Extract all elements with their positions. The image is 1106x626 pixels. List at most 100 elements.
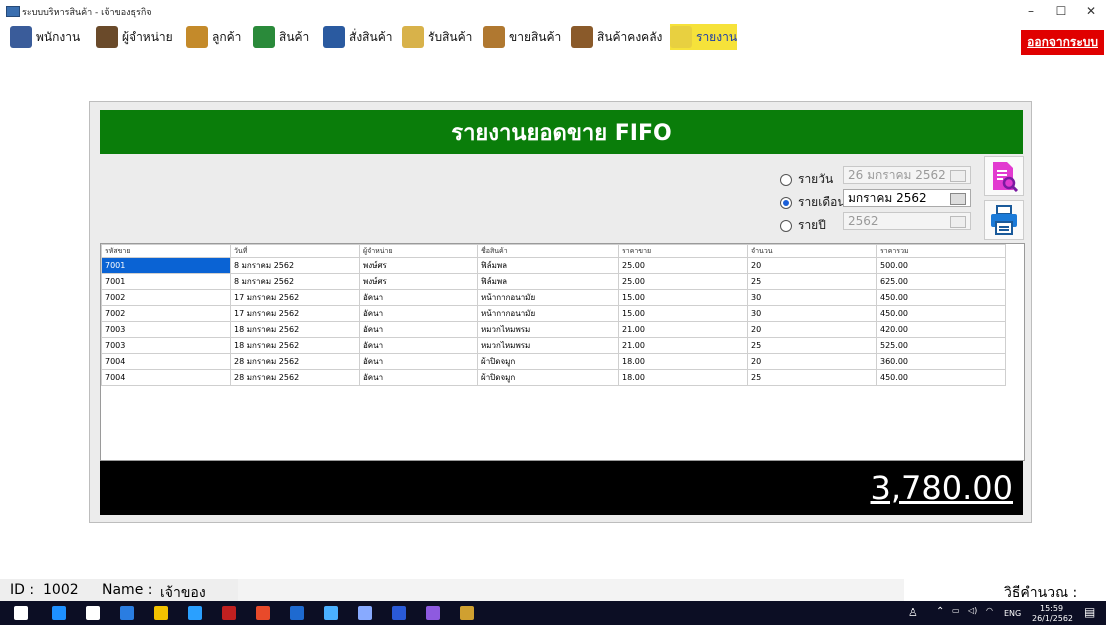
menu-item-sell[interactable]: ขายสินค้า [483,24,561,50]
table-cell[interactable]: 7003 [101,321,231,338]
menu-item-inventory[interactable]: สินค้าคงคลัง [571,24,662,50]
radio-monthly[interactable]: รายเดือน [780,193,846,212]
table-cell[interactable]: 7001 [101,257,231,274]
minimize-button[interactable]: – [1016,2,1046,20]
table-cell[interactable]: หมวกไหมพรม [477,337,619,354]
table-cell[interactable]: 21.00 [618,321,748,338]
menu-item-employee[interactable]: พนักงาน [10,24,80,50]
column-header[interactable]: ผู้จำหน่าย [359,244,478,258]
table-cell[interactable]: 15.00 [618,305,748,322]
menu-item-customer[interactable]: ลูกค้า [186,24,241,50]
table-cell[interactable]: 7003 [101,337,231,354]
column-header[interactable]: ราคารวม [876,244,1006,258]
radio-circle[interactable] [780,219,792,232]
maximize-button[interactable]: ☐ [1046,2,1076,20]
edge-icon[interactable] [120,606,134,620]
table-cell[interactable]: 625.00 [876,273,1006,290]
tray-chevron-icon[interactable]: ⌃ [936,606,944,617]
table-cell[interactable]: 7002 [101,305,231,322]
monthly-date-picker[interactable]: มกราคม 2562 [843,189,971,207]
table-cell[interactable]: 8 มกราคม 2562 [230,273,360,290]
table-cell[interactable]: หมวกไหมพรม [477,321,619,338]
winforms-app-icon[interactable] [460,606,474,620]
logout-button[interactable]: ออกจากระบบ [1021,30,1104,55]
sales-grid[interactable]: รหัสขาย วันที่ ผู้จำหน่าย ชื่อสินค้า ราคาขาย… [100,243,1025,461]
start-icon[interactable] [14,606,28,620]
column-header[interactable]: รหัสขาย [101,244,231,258]
table-cell[interactable]: หน้ากากอนามัย [477,305,619,322]
table-cell[interactable]: 18.00 [618,353,748,370]
menu-item-product[interactable]: สินค้า [253,24,309,50]
app-icon[interactable] [358,606,372,620]
media-icon[interactable] [222,606,236,620]
mail-icon[interactable] [86,606,100,620]
table-cell[interactable]: 7001 [101,273,231,290]
table-cell[interactable]: ฟิล์มพล [477,273,619,290]
language-indicator[interactable]: ENG [1004,609,1021,618]
task-view-icon[interactable] [52,606,66,620]
table-cell[interactable]: 525.00 [876,337,1006,354]
table-cell[interactable]: 20 [747,257,877,274]
view-report-button[interactable] [984,156,1024,196]
table-row[interactable]: 7001 8 มกราคม 2562 พงษ์ศร ฟิล์มพล 25.00 25 625… [101,273,1006,290]
table-cell[interactable]: 25 [747,337,877,354]
menu-item-receive[interactable]: รับสินค้า [402,24,472,50]
table-cell[interactable]: ฟิล์มพล [477,257,619,274]
yearly-date-picker[interactable]: 2562 [843,212,971,230]
table-cell[interactable]: 18.00 [618,369,748,386]
table-cell[interactable]: อัคนา [359,305,478,322]
volume-icon[interactable]: ◁) [968,606,977,615]
close-button[interactable]: ✕ [1076,2,1106,20]
people-icon[interactable]: ♙ [908,606,918,619]
file-explorer-icon[interactable] [154,606,168,620]
print-button[interactable] [984,200,1024,240]
table-cell[interactable]: 25 [747,369,877,386]
table-cell[interactable]: อัคนา [359,337,478,354]
battery-icon[interactable]: ▭ [952,606,960,615]
table-row[interactable]: 7004 28 มกราคม 2562 อัคนา ผ้าปิดจมูก 18.00 20… [101,353,1006,370]
radio-circle[interactable] [780,196,792,209]
visual-studio-code-icon[interactable] [324,606,338,620]
table-cell[interactable]: หน้ากากอนามัย [477,289,619,306]
table-cell[interactable]: พงษ์ศร [359,273,478,290]
notification-icon[interactable]: ▤ [1084,605,1095,619]
table-cell[interactable]: 450.00 [876,369,1006,386]
table-cell[interactable]: 21.00 [618,337,748,354]
chrome-icon[interactable] [256,606,270,620]
table-cell[interactable]: 17 มกราคม 2562 [230,305,360,322]
table-cell[interactable]: 360.00 [876,353,1006,370]
table-cell[interactable]: 7004 [101,369,231,386]
table-row[interactable]: 7003 18 มกราคม 2562 อัคนา หมวกไหมพรม 21.00 20… [101,321,1006,338]
table-cell[interactable]: 15.00 [618,289,748,306]
table-cell[interactable]: 30 [747,289,877,306]
table-cell[interactable]: 7004 [101,353,231,370]
column-header[interactable]: ชื่อสินค้า [477,244,619,258]
table-row[interactable]: 7002 17 มกราคม 2562 อัคนา หน้ากากอนามัย 15.0… [101,305,1006,322]
radio-circle[interactable] [780,173,792,186]
calendar-dropdown-icon[interactable] [950,193,966,205]
table-cell[interactable]: 450.00 [876,289,1006,306]
table-cell[interactable]: พงษ์ศร [359,257,478,274]
menu-item-report[interactable]: รายงาน [670,24,738,50]
table-cell[interactable]: อัคนา [359,353,478,370]
store-icon[interactable] [188,606,202,620]
table-cell[interactable]: 25.00 [618,273,748,290]
table-cell[interactable]: ผ้าปิดจมูก [477,353,619,370]
table-cell[interactable]: อัคนา [359,321,478,338]
table-cell[interactable]: 420.00 [876,321,1006,338]
network-icon[interactable]: ◠ [986,606,993,615]
table-cell[interactable]: 7002 [101,289,231,306]
photoshop-icon[interactable] [290,606,304,620]
clock-date[interactable]: 26/1/2562 [1032,614,1073,623]
table-row[interactable]: 7003 18 มกราคม 2562 อัคนา หมวกไหมพรม 21.00 25… [101,337,1006,354]
menu-item-order[interactable]: สั่งสินค้า [323,24,392,50]
radio-yearly[interactable]: รายปี [780,216,826,235]
table-cell[interactable]: อัคนา [359,289,478,306]
visual-studio-icon[interactable] [426,606,440,620]
column-header[interactable]: วันที่ [230,244,360,258]
table-cell[interactable]: 18 มกราคม 2562 [230,321,360,338]
table-cell[interactable]: 30 [747,305,877,322]
table-cell[interactable]: 20 [747,321,877,338]
menu-item-supplier[interactable]: ผู้จำหน่าย [96,24,173,50]
table-cell[interactable]: 18 มกราคม 2562 [230,337,360,354]
